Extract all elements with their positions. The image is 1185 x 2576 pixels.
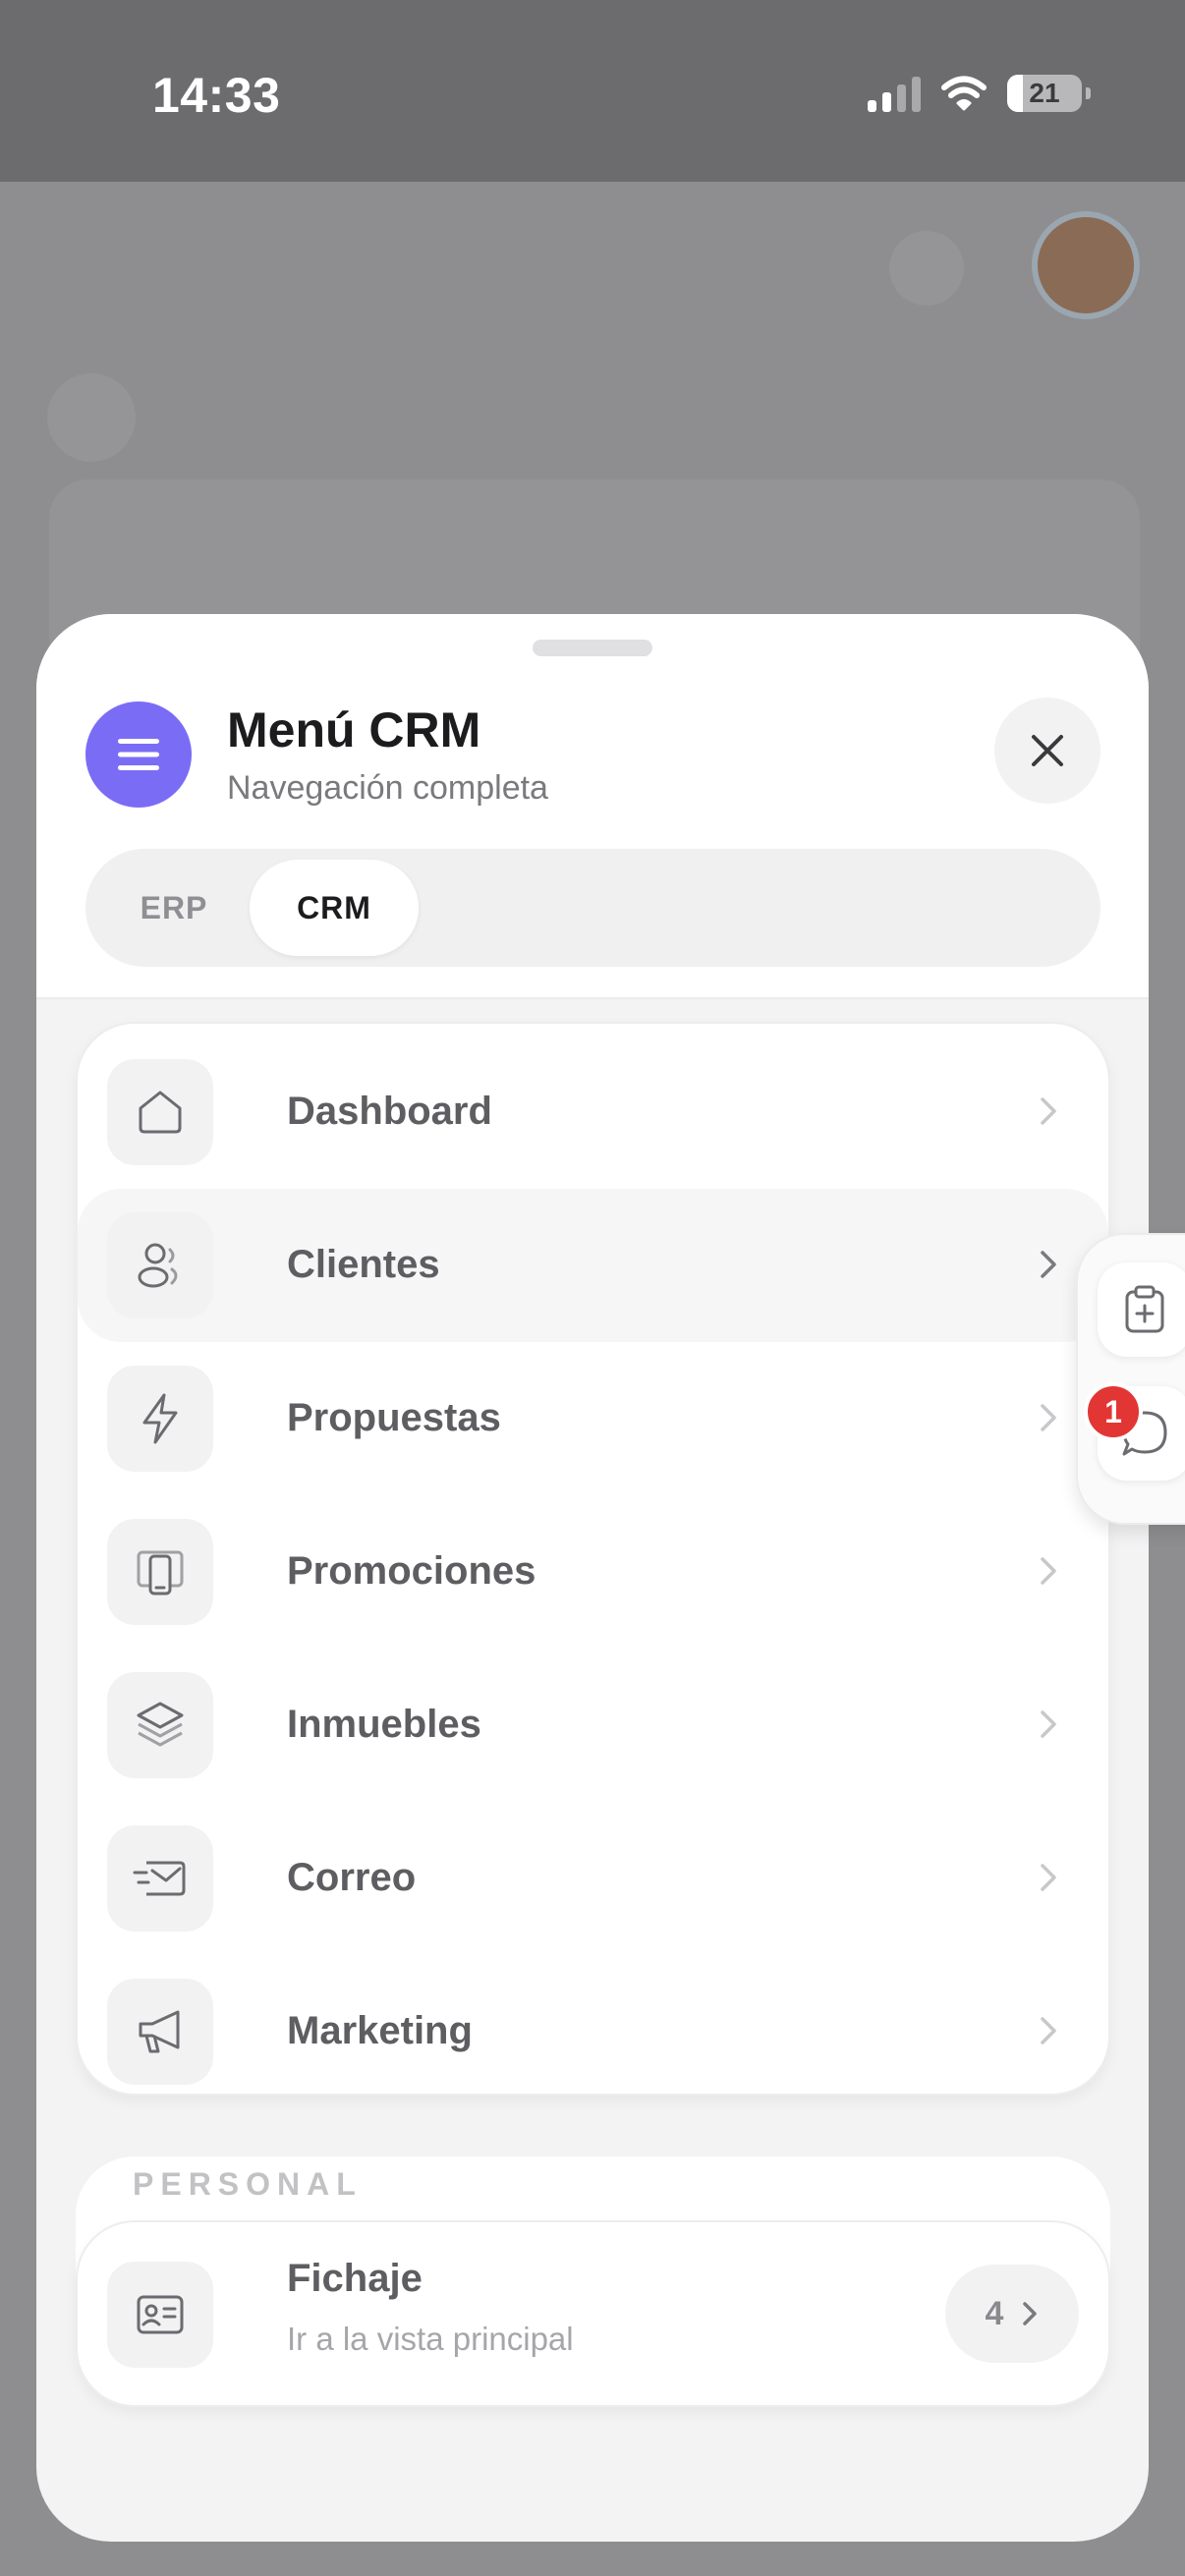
tab-crm[interactable]: CRM [250,860,419,956]
menu-item-label: Clientes [287,1243,440,1286]
background-back-button [47,373,136,462]
menu-icon [85,701,192,808]
menu-item-label: Inmuebles [287,1703,481,1746]
clipboard-plus-icon [1125,1285,1164,1333]
phone-cards-icon [107,1519,213,1625]
menu-item-dashboard[interactable]: Dashboard [78,1036,1108,1189]
menu-item-propuestas[interactable]: Propuestas [78,1342,1108,1495]
menu-sheet: Menú CRM Navegación completa ERP CRM Das… [36,614,1149,2542]
users-icon [107,1212,213,1318]
floating-actions [1076,1233,1185,1525]
fichaje-subtitle: Ir a la vista principal [287,2321,574,2357]
close-button[interactable] [994,698,1100,804]
menu-item-label: Dashboard [287,1090,492,1133]
menu-item-clientes[interactable]: Clientes [78,1189,1108,1342]
battery-icon: 21 [1007,75,1091,112]
menu-item-inmuebles[interactable]: Inmuebles [78,1649,1108,1802]
home-icon [107,1059,213,1165]
sheet-title: Menú CRM [227,702,481,757]
menu-item-label: Correo [287,1856,417,1899]
menu-item-correo[interactable]: Correo [78,1802,1108,1955]
chevron-right-icon [1028,1550,1069,1592]
personal-section-title: PERSONAL [133,2166,363,2202]
sheet-drag-handle[interactable] [533,640,652,656]
status-icons: 21 [868,69,1091,118]
battery-level: 21 [1029,78,1060,108]
menu-item-promociones[interactable]: Promociones [78,1495,1108,1649]
module-switcher: ERP CRM [85,849,1100,967]
fichaje-item[interactable]: Fichaje Ir a la vista principal 4 [76,2220,1110,2407]
menu-item-marketing[interactable]: Marketing [78,1955,1108,2108]
status-bar: 14:33 21 [0,0,1185,182]
chevron-right-icon [1028,1704,1069,1745]
fichaje-count-badge: 4 [945,2265,1079,2363]
chevron-right-icon [1028,1857,1069,1898]
lightning-icon [107,1366,213,1472]
background-bell-icon [889,231,964,306]
mail-fast-icon [107,1825,213,1932]
wifi-icon [941,76,987,111]
tab-erp[interactable]: ERP [95,860,253,956]
menu-item-label: Propuestas [287,1396,501,1439]
sheet-subtitle: Navegación completa [227,769,548,807]
clipboard-add-button[interactable] [1098,1262,1185,1357]
id-card-icon [107,2262,213,2368]
fichaje-label: Fichaje [287,2257,423,2300]
background-avatar [1032,211,1140,319]
fichaje-count: 4 [985,2294,1004,2332]
chevron-right-icon [1028,1397,1069,1438]
megaphone-icon [107,1979,213,2085]
chat-notification-badge: 1 [1084,1382,1143,1441]
cellular-signal-icon [868,75,921,112]
menu-item-label: Promociones [287,1549,536,1593]
status-time: 14:33 [152,68,281,123]
sheet-header: Menú CRM Navegación completa ERP CRM [36,614,1149,999]
chevron-right-icon [1028,1091,1069,1132]
chevron-right-icon [1028,2010,1069,2051]
close-icon [1032,735,1063,766]
menu-item-label: Marketing [287,2009,473,2052]
chevron-right-icon [1023,2302,1038,2325]
chevron-right-icon [1028,1244,1069,1285]
crm-menu-list: Dashboard Clientes Propuestas Promocione… [76,1022,1110,2096]
layers-icon [107,1672,213,1778]
